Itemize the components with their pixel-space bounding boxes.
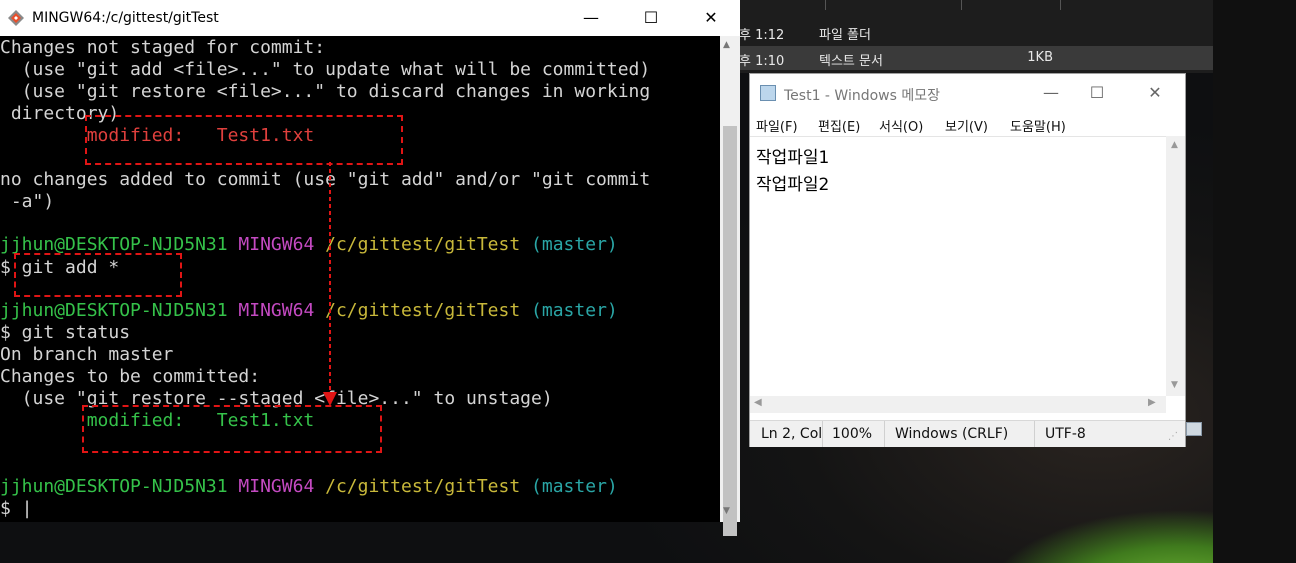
notepad-vertical-scrollbar[interactable]: ▲ ▼ <box>1166 136 1185 396</box>
menu-file[interactable]: 파일(F) <box>756 116 798 135</box>
status-divider <box>1034 421 1035 447</box>
close-button[interactable]: ✕ <box>1132 74 1178 112</box>
notepad-text-area[interactable]: 작업파일1 작업파일2 <box>750 136 1166 407</box>
background-panel <box>1213 0 1296 563</box>
scroll-up-icon[interactable]: ▲ <box>723 40 730 50</box>
prompt-branch: (master) <box>531 476 618 497</box>
git-bash-icon <box>8 10 24 26</box>
file-type: 파일 폴더 <box>819 28 871 43</box>
explorer-row[interactable]: 후 1:12 파일 폴더 <box>735 20 1213 44</box>
status-divider <box>822 421 823 447</box>
text-line: 작업파일1 <box>756 148 830 168</box>
terminal-window[interactable]: MINGW64:/c/gittest/gitTest — ☐ ✕ Changes… <box>0 0 740 536</box>
minimize-button[interactable]: — <box>568 0 614 36</box>
annotation-arrow <box>323 162 337 406</box>
output-line: (use "git add <file>..." to update what … <box>0 59 651 80</box>
terminal-title: MINGW64:/c/gittest/gitTest <box>32 10 219 26</box>
modified-time: 후 1:12 <box>739 28 785 43</box>
scrollbar-thumb[interactable] <box>723 126 737 536</box>
terminal-scrollbar[interactable]: ▲ ▼ <box>720 36 740 536</box>
cursor-position: Ln 2, Col <box>761 426 823 442</box>
notepad-statusbar: Ln 2, Col 100% Windows (CRLF) UTF-8 ⋰ <box>750 420 1185 447</box>
output-line: -a") <box>0 191 55 212</box>
output-line: Changes to be committed: <box>0 366 261 387</box>
prompt-shell: MINGW64 <box>238 300 315 321</box>
notepad-window[interactable]: Test1 - Windows 메모장 — ☐ ✕ 파일(F) 편집(E) 서식… <box>749 73 1186 447</box>
prompt-user: jjhun@DESKTOP-NJD5N31 <box>0 234 228 255</box>
encoding: UTF-8 <box>1045 426 1086 442</box>
close-button[interactable]: ✕ <box>688 0 734 36</box>
command-prompt-cursor[interactable]: $ | <box>0 498 33 520</box>
menu-format[interactable]: 서식(O) <box>879 116 923 135</box>
file-type: 텍스트 문서 <box>819 54 883 69</box>
prompt-path: /c/gittest/gitTest <box>325 234 521 255</box>
file-explorer-list: 후 1:12 파일 폴더 후 1:10 텍스트 문서 1KB <box>735 0 1213 73</box>
output-line: (use "git restore <file>..." to discard … <box>0 81 651 102</box>
notepad-icon <box>760 85 776 101</box>
notepad-menubar: 파일(F) 편집(E) 서식(O) 보기(V) 도움말(H) <box>750 112 1185 136</box>
maximize-button[interactable]: ☐ <box>628 0 674 36</box>
prompt-shell: MINGW64 <box>238 234 315 255</box>
scroll-up-icon[interactable]: ▲ <box>1171 140 1178 150</box>
terminal-titlebar[interactable]: MINGW64:/c/gittest/gitTest — ☐ ✕ <box>0 0 740 36</box>
notepad-titlebar[interactable]: Test1 - Windows 메모장 — ☐ ✕ <box>750 74 1185 112</box>
column-separator <box>961 0 962 10</box>
scroll-left-icon[interactable]: ◀ <box>754 397 762 408</box>
minimize-button[interactable]: — <box>1028 74 1074 112</box>
menu-view[interactable]: 보기(V) <box>945 116 988 135</box>
annotation-box-git-add <box>14 253 182 297</box>
explorer-row[interactable]: 후 1:10 텍스트 문서 1KB <box>735 46 1213 70</box>
prompt-user: jjhun@DESKTOP-NJD5N31 <box>0 300 228 321</box>
menu-edit[interactable]: 편집(E) <box>818 116 860 135</box>
file-size: 1KB <box>1027 50 1053 65</box>
scroll-down-icon[interactable]: ▼ <box>723 506 730 516</box>
menu-help[interactable]: 도움말(H) <box>1010 116 1066 135</box>
annotation-box-staged <box>82 405 382 453</box>
output-line: On branch master <box>0 344 174 365</box>
prompt-user: jjhun@DESKTOP-NJD5N31 <box>0 476 228 497</box>
annotation-box-unstaged <box>85 115 403 165</box>
resize-grip-icon[interactable]: ⋰ <box>1168 431 1178 442</box>
line-ending: Windows (CRLF) <box>895 426 1009 442</box>
column-separator <box>825 0 826 10</box>
prompt-branch: (master) <box>531 300 618 321</box>
prompt-branch: (master) <box>531 234 618 255</box>
notepad-horizontal-scrollbar[interactable]: ◀ ▶ <box>750 396 1166 413</box>
prompt-shell: MINGW64 <box>238 476 315 497</box>
command-git-status: $ git status <box>0 322 131 343</box>
prompt-line: jjhun@DESKTOP-NJD5N31 MINGW64 /c/gittest… <box>0 476 618 498</box>
maximize-button[interactable]: ☐ <box>1074 74 1120 112</box>
output-line: Changes not staged for commit: <box>0 37 326 58</box>
notepad-title: Test1 - Windows 메모장 <box>784 88 941 104</box>
prompt-path: /c/gittest/gitTest <box>325 300 521 321</box>
prompt-line: jjhun@DESKTOP-NJD5N31 MINGW64 /c/gittest… <box>0 300 618 322</box>
zoom-level: 100% <box>832 426 873 442</box>
scroll-right-icon[interactable]: ▶ <box>1148 397 1156 408</box>
status-divider <box>884 421 885 447</box>
scroll-down-icon[interactable]: ▼ <box>1171 380 1178 390</box>
column-separator <box>1060 0 1061 10</box>
modified-time: 후 1:10 <box>739 54 785 69</box>
text-line: 작업파일2 <box>756 175 830 195</box>
prompt-path: /c/gittest/gitTest <box>325 476 521 497</box>
taskbar-thumbnail-icon <box>1186 422 1202 436</box>
